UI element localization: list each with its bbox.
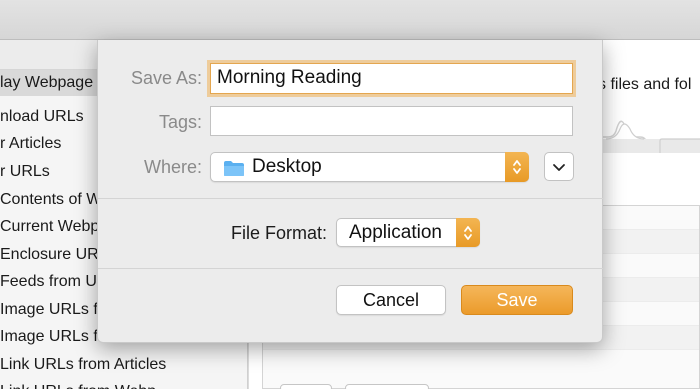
- save-as-label: Save As:: [130, 68, 202, 88]
- where-stepper[interactable]: [505, 152, 529, 182]
- tags-input[interactable]: [210, 106, 573, 136]
- where-popup[interactable]: Desktop: [210, 152, 529, 182]
- divider: [98, 198, 603, 199]
- chevron-down-icon: [553, 163, 565, 171]
- window-titlebar: [0, 0, 700, 40]
- sidebar-item-enclosure-urls[interactable]: Enclosure UR: [0, 242, 99, 268]
- where-value: Desktop: [252, 156, 322, 177]
- bottom-button[interactable]: [280, 384, 332, 389]
- sidebar-item-image-urls-1[interactable]: Image URLs f: [0, 297, 98, 323]
- sidebar-item-get-contents[interactable]: Contents of W: [0, 187, 101, 213]
- save-button[interactable]: Save: [461, 285, 573, 315]
- workflow-connector-shape: [600, 120, 700, 153]
- file-format-popup[interactable]: Application: [336, 218, 480, 247]
- file-format-label: File Format:: [230, 223, 327, 243]
- sidebar-item-link-urls-articles[interactable]: Link URLs from Articles: [0, 352, 166, 378]
- folder-icon: [224, 161, 244, 176]
- chevron-up-down-icon: [513, 160, 521, 174]
- tags-label: Tags:: [158, 112, 202, 132]
- divider: [98, 268, 603, 269]
- sidebar-item-current-webpage[interactable]: Current Webp: [0, 214, 99, 240]
- sidebar-item-image-urls-2[interactable]: Image URLs f: [0, 324, 98, 350]
- file-format-stepper[interactable]: [456, 218, 480, 247]
- description-text: s files and fol: [598, 76, 692, 93]
- sidebar-item-download-urls[interactable]: nload URLs: [0, 104, 84, 130]
- cancel-button[interactable]: Cancel: [336, 285, 446, 315]
- chevron-up-down-icon: [464, 225, 472, 240]
- where-label: Where:: [143, 157, 202, 177]
- save-as-input[interactable]: Morning Reading: [210, 63, 573, 94]
- file-format-value: Application: [349, 222, 442, 243]
- bottom-button[interactable]: [345, 384, 429, 389]
- sidebar-item-filter-articles[interactable]: r Articles: [0, 131, 61, 157]
- sidebar-item-feeds-from-urls[interactable]: Feeds from U: [0, 269, 97, 295]
- save-dialog: Save As: Morning Reading Tags: Where: De…: [97, 40, 603, 343]
- sidebar-item-link-urls-webpages[interactable]: Link URLs from Webp: [0, 379, 156, 389]
- sidebar-item-filter-urls[interactable]: r URLs: [0, 159, 50, 185]
- expand-button[interactable]: [544, 152, 574, 181]
